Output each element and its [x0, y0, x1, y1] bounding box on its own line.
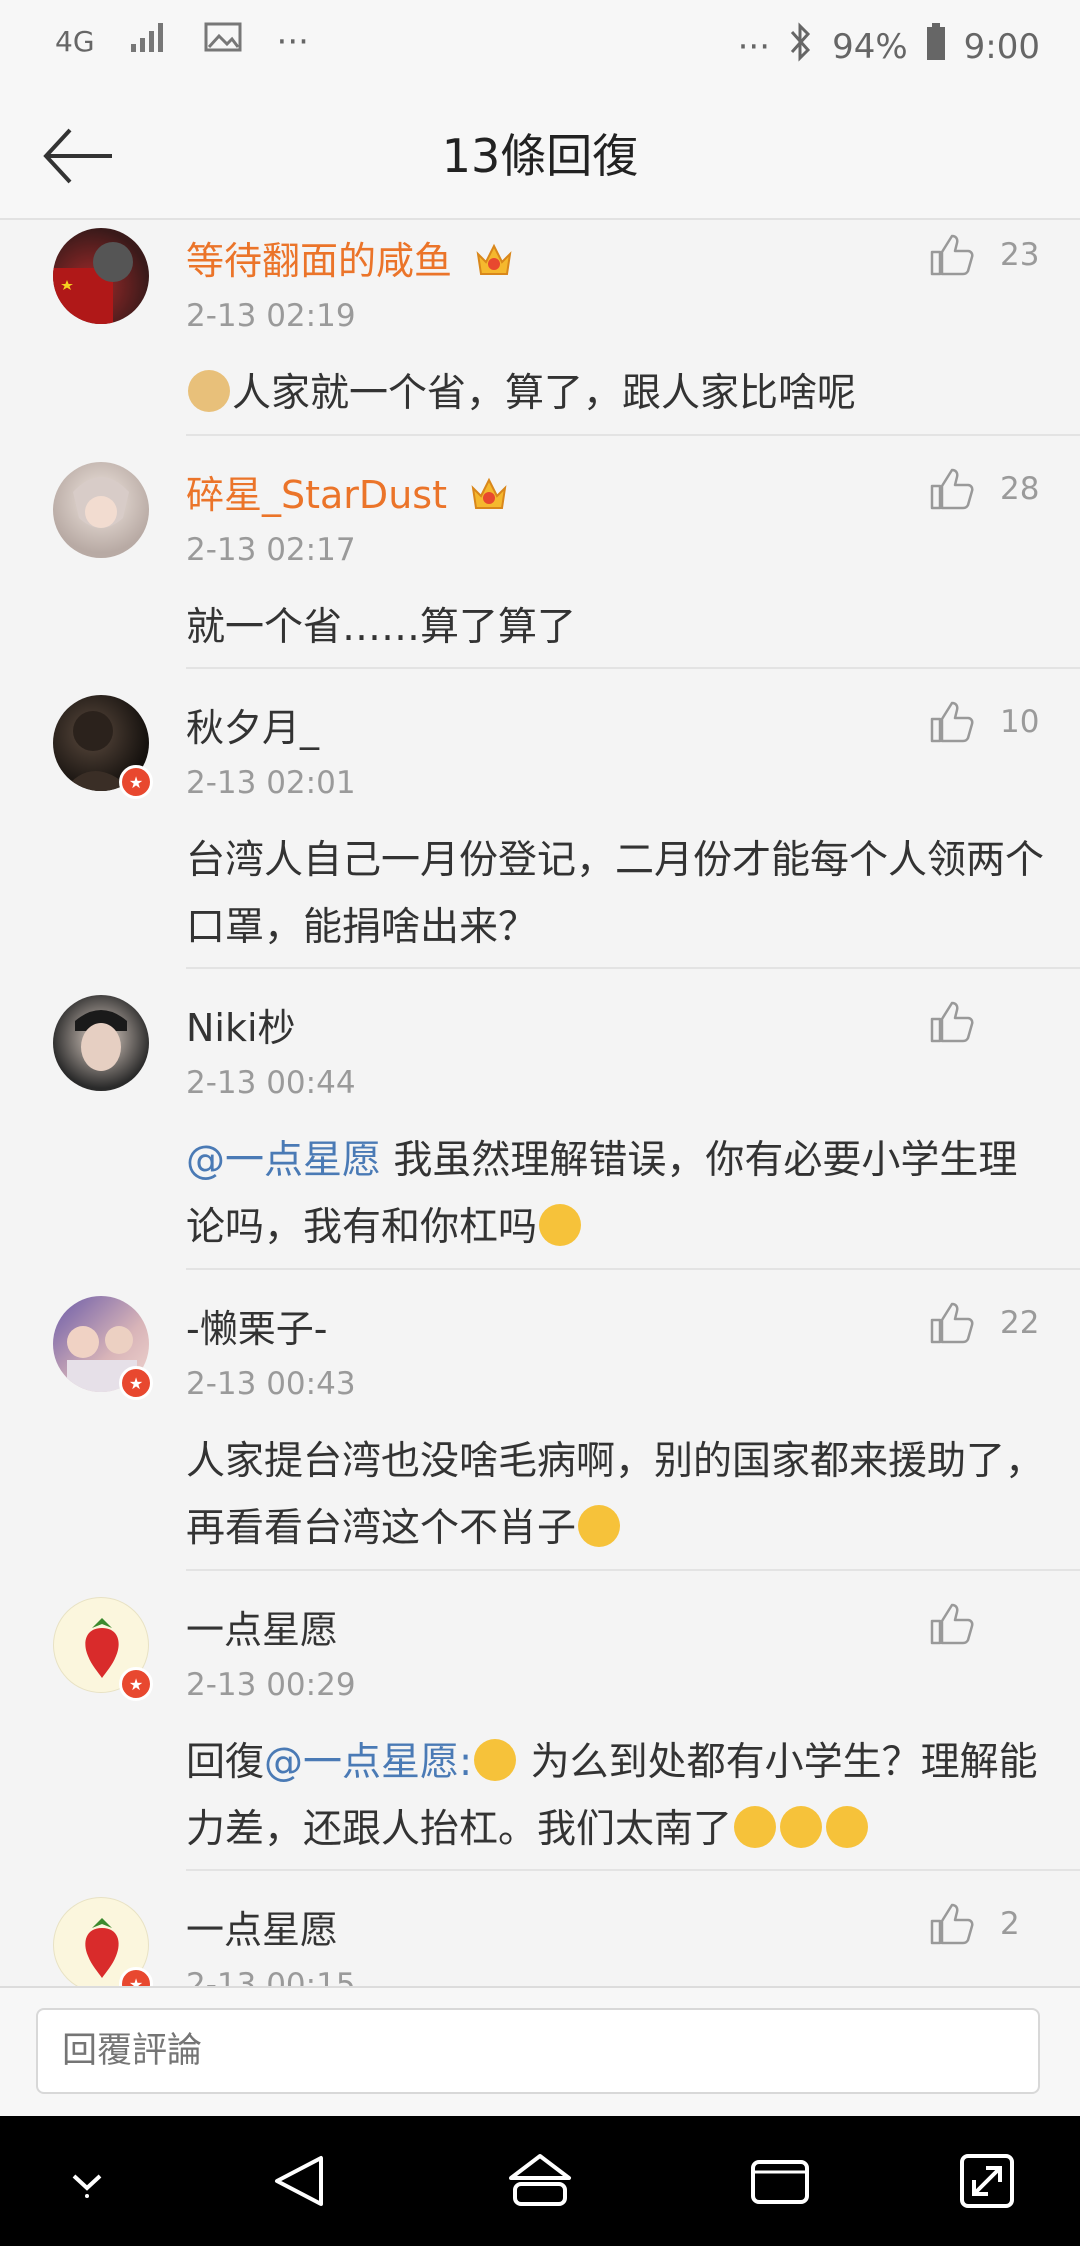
- comment-item: ★ -懒栗子- 2-13 00:43 人家提台湾也没啥毛病啊，别的国家都来援助了…: [0, 1288, 1080, 1589]
- commenter-name[interactable]: 一点星愿: [186, 1599, 338, 1654]
- divider: [186, 967, 1080, 969]
- page-title: 13條回復: [441, 129, 639, 183]
- like-count: 22: [1000, 1305, 1040, 1341]
- back-triangle-icon: [275, 2156, 323, 2206]
- like-count: 2: [1000, 1906, 1020, 1942]
- comment-text: 就一个省……算了算了: [186, 605, 577, 650]
- nav-expand-button[interactable]: [952, 2146, 1022, 2216]
- like-button[interactable]: 28: [926, 464, 1040, 514]
- like-count: 10: [1000, 704, 1040, 740]
- nav-collapse-button[interactable]: [52, 2146, 122, 2216]
- comment-item: 等待翻面的咸鱼 2-13 02:19 人家就一个省，算了，跟人家比啥呢 23: [0, 220, 1080, 454]
- more-status: ···: [737, 26, 771, 67]
- system-nav-bar: [0, 2116, 1080, 2246]
- like-button[interactable]: 2: [926, 1899, 1040, 1949]
- expand-icon: [960, 2154, 1014, 2208]
- signal-icon: [129, 20, 169, 63]
- comment-item: ★ 一点星愿 2-13 00:15 2: [0, 1889, 1080, 1986]
- image-notification-icon: [203, 20, 243, 63]
- like-count: 23: [1000, 237, 1040, 273]
- like-button[interactable]: [926, 1599, 1040, 1649]
- avatar[interactable]: [53, 462, 149, 558]
- comment-text: 台湾人自己一月份登记，二月份才能每个人领两个口罩，能捐啥出来？: [186, 838, 1045, 950]
- like-button[interactable]: 10: [926, 697, 1040, 747]
- battery-icon: [926, 23, 946, 70]
- divider: [186, 1869, 1080, 1871]
- clock: 9:00: [963, 26, 1040, 67]
- commenter-name[interactable]: Niki杪: [186, 997, 296, 1052]
- laugh-cry-emoji-icon: [734, 1806, 777, 1848]
- comment-item: Niki杪 2-13 00:44 @一点星愿 我虽然理解错误，你有必要小学生理论…: [0, 987, 1080, 1288]
- laugh-cry-emoji-icon: [826, 1806, 869, 1848]
- divider: [186, 434, 1080, 436]
- verified-badge-icon: ★: [119, 1667, 153, 1701]
- thumbs-up-icon: [930, 1001, 974, 1043]
- commenter-name[interactable]: 等待翻面的咸鱼: [186, 230, 514, 285]
- thumbs-up-icon: [930, 468, 974, 510]
- nav-recents-button[interactable]: [745, 2146, 815, 2216]
- header: 13條回復: [0, 90, 1080, 220]
- divider: [186, 1569, 1080, 1571]
- thumbs-up-icon: [930, 1603, 974, 1645]
- commenter-name[interactable]: 碎星_StarDust: [186, 464, 509, 519]
- reply-input[interactable]: [36, 2008, 1040, 2094]
- thumbs-up-icon: [930, 701, 974, 743]
- comment-text: 人家就一个省，算了，跟人家比啥呢: [186, 360, 1046, 427]
- divider: [186, 667, 1080, 669]
- vip-crown-icon: [469, 476, 509, 514]
- nerd-emoji-icon: [474, 1739, 517, 1781]
- thumbs-up-icon: [930, 1903, 974, 1945]
- commenter-name[interactable]: -懒栗子-: [186, 1298, 327, 1353]
- recents-icon: [751, 2160, 809, 2204]
- like-button[interactable]: 23: [926, 230, 1040, 280]
- thumbs-up-icon: [930, 1302, 974, 1344]
- verified-badge-icon: ★: [119, 765, 153, 799]
- laugh-cry-emoji-icon: [578, 1505, 621, 1547]
- comment-time: 2-13 00:29: [186, 1667, 356, 1703]
- like-count: 28: [1000, 471, 1040, 507]
- mention-link[interactable]: @一点星愿: [186, 1138, 381, 1183]
- thinking-emoji-icon: [539, 1204, 582, 1246]
- reply-bar: [0, 1986, 1080, 2118]
- battery-percent: 94%: [832, 26, 908, 67]
- network-indicator: 4G: [55, 25, 95, 58]
- status-bar: 4G ··· ··· 94% 9:00: [0, 0, 1080, 90]
- comment-text: 人家提台湾也没啥毛病啊，别的国家都来援助了，再看看台湾这个不肖子: [186, 1439, 1045, 1551]
- doge-emoji-icon: [188, 370, 230, 412]
- laugh-cry-emoji-icon: [780, 1806, 823, 1848]
- comment-item: ★ 一点星愿 2-13 00:29 回復@一点星愿: 为么到处都有小学生？理解能…: [0, 1589, 1080, 1889]
- nav-home-button[interactable]: [505, 2146, 575, 2216]
- comment-item: 碎星_StarDust 2-13 02:17 就一个省……算了算了 28: [0, 454, 1080, 687]
- comment-time: 2-13 02:01: [186, 765, 356, 801]
- vip-crown-icon: [474, 242, 514, 280]
- verified-badge-icon: ★: [119, 1366, 153, 1400]
- comment-text: 回復@一点星愿: 为么到处都有小学生？理解能力差，还跟人抬杠。我们太南了: [186, 1739, 1038, 1852]
- commenter-name[interactable]: 秋夕月_: [186, 697, 319, 752]
- comment-time: 2-13 02:17: [186, 532, 356, 568]
- avatar[interactable]: [53, 228, 149, 324]
- comment-item: ★ 秋夕月_ 2-13 02:01 台湾人自己一月份登记，二月份才能每个人领两个…: [0, 687, 1080, 987]
- divider: [186, 1268, 1080, 1270]
- comment-time: 2-13 02:19: [186, 298, 356, 334]
- mention-link[interactable]: @一点星愿: [264, 1740, 459, 1785]
- home-icon: [509, 2154, 571, 2206]
- comment-time: 2-13 00:43: [186, 1366, 356, 1402]
- like-button[interactable]: [926, 997, 1040, 1047]
- more-notifications: ···: [276, 21, 309, 62]
- comment-time: 2-13 00:15: [186, 1967, 356, 1986]
- commenter-name[interactable]: 一点星愿: [186, 1899, 338, 1954]
- chevron-down-icon: [72, 2174, 102, 2198]
- thumbs-up-icon: [930, 234, 974, 276]
- nav-back-button[interactable]: [265, 2146, 335, 2216]
- bluetooth-icon: [788, 22, 814, 71]
- like-button[interactable]: 22: [926, 1298, 1040, 1348]
- avatar[interactable]: [53, 995, 149, 1091]
- comment-text: @一点星愿 我虽然理解错误，你有必要小学生理论吗，我有和你杠吗: [186, 1138, 1018, 1250]
- comment-list[interactable]: 等待翻面的咸鱼 2-13 02:19 人家就一个省，算了，跟人家比啥呢 23 碎…: [0, 220, 1080, 1986]
- comment-time: 2-13 00:44: [186, 1065, 356, 1101]
